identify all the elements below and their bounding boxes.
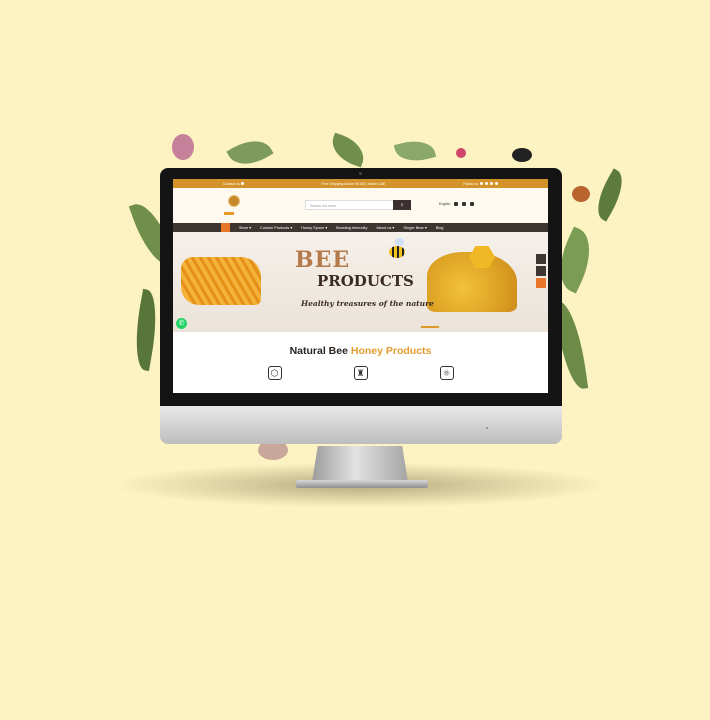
side-tab-compare[interactable] (536, 254, 546, 264)
site-header: Search our store ⌕ English (173, 188, 548, 223)
facebook-icon[interactable] (480, 182, 483, 185)
jar-icon: ♜ (353, 366, 368, 380)
camera-icon (359, 172, 362, 175)
account-icon[interactable] (454, 202, 459, 206)
nav-item-blog[interactable]: Blog (436, 226, 444, 230)
site-logo[interactable] (228, 195, 240, 207)
leaf-decoration (129, 288, 163, 372)
leaf-decoration (588, 168, 632, 222)
instagram-icon[interactable] (485, 182, 488, 185)
bee-icon (389, 246, 405, 258)
flower-decoration (456, 148, 466, 158)
language-select[interactable]: English (439, 202, 450, 206)
side-tab-settings[interactable] (536, 278, 546, 288)
social-links: Follow us (463, 182, 498, 186)
slider-indicator[interactable] (421, 326, 439, 328)
bird-decoration (512, 148, 532, 162)
flower-decoration (172, 134, 194, 160)
side-tabs (536, 254, 546, 290)
monitor-stand-base (296, 480, 428, 488)
whatsapp-icon[interactable]: ✆ (176, 318, 187, 329)
nav-item-about-us[interactable]: About us ▾ (376, 225, 394, 230)
search-button[interactable]: ⌕ (393, 200, 411, 210)
website-screen: Contact us Free Shipping Above 99 AED In… (173, 179, 548, 393)
twitter-icon[interactable] (490, 182, 493, 185)
bee-wing-icon (395, 238, 404, 246)
cart-icon[interactable] (470, 202, 475, 206)
phone-icon (240, 181, 244, 185)
nav-item-custom-products[interactable]: Custom Products ▾ (260, 225, 292, 230)
hero-title-line1: BEE (295, 247, 351, 273)
hero-title-line2: PRODUCTS (317, 272, 414, 290)
nav-item-ginger-bear[interactable]: Ginger Bear ▾ (403, 225, 426, 230)
section-title-plain: Natural Bee (289, 345, 351, 357)
section-title-accent: Honey Products (350, 345, 432, 357)
leaf-decoration (326, 132, 370, 168)
top-bar: Contact us Free Shipping Above 99 AED In… (173, 179, 548, 188)
monitor-chin (160, 406, 562, 444)
header-actions: English (439, 202, 475, 206)
follow-label: Follow us (463, 181, 478, 186)
nav-item-boosting-immunity[interactable]: Boosting Immunity (336, 226, 367, 230)
feature-icons: ⬡ ♜ ⚛ (173, 366, 548, 380)
main-nav: Store ▾ Custom Products ▾ Honey Spoon ▾ … (173, 223, 548, 232)
youtube-icon[interactable] (495, 182, 498, 185)
section-title: Natural Bee Honey Products (173, 345, 548, 357)
contact-link[interactable]: Contact us (223, 181, 244, 186)
power-indicator (486, 427, 488, 429)
search-icon: ⌕ (400, 202, 404, 208)
honeycomb-icon: ⬡ (267, 366, 282, 380)
nav-item-store[interactable]: Store ▾ (239, 225, 251, 230)
shipping-text: Free Shipping Above 99 AED Inside UAE (321, 181, 386, 186)
atom-icon: ⚛ (439, 366, 454, 380)
hero-subtitle: Healthy treasures of the nature (301, 299, 434, 308)
nav-item-honey-spoon[interactable]: Honey Spoon ▾ (301, 225, 327, 230)
wishlist-icon[interactable] (462, 202, 467, 206)
flower-decoration (572, 186, 590, 202)
hero-banner[interactable]: BEE PRODUCTS Healthy treasures of the na… (173, 232, 548, 332)
monitor-stand-neck (312, 446, 408, 482)
leaf-decoration (393, 135, 437, 167)
home-icon[interactable] (221, 223, 230, 232)
side-tab-recent[interactable] (536, 266, 546, 276)
logo-ribbon (224, 212, 234, 215)
honeycomb-image (181, 257, 261, 305)
